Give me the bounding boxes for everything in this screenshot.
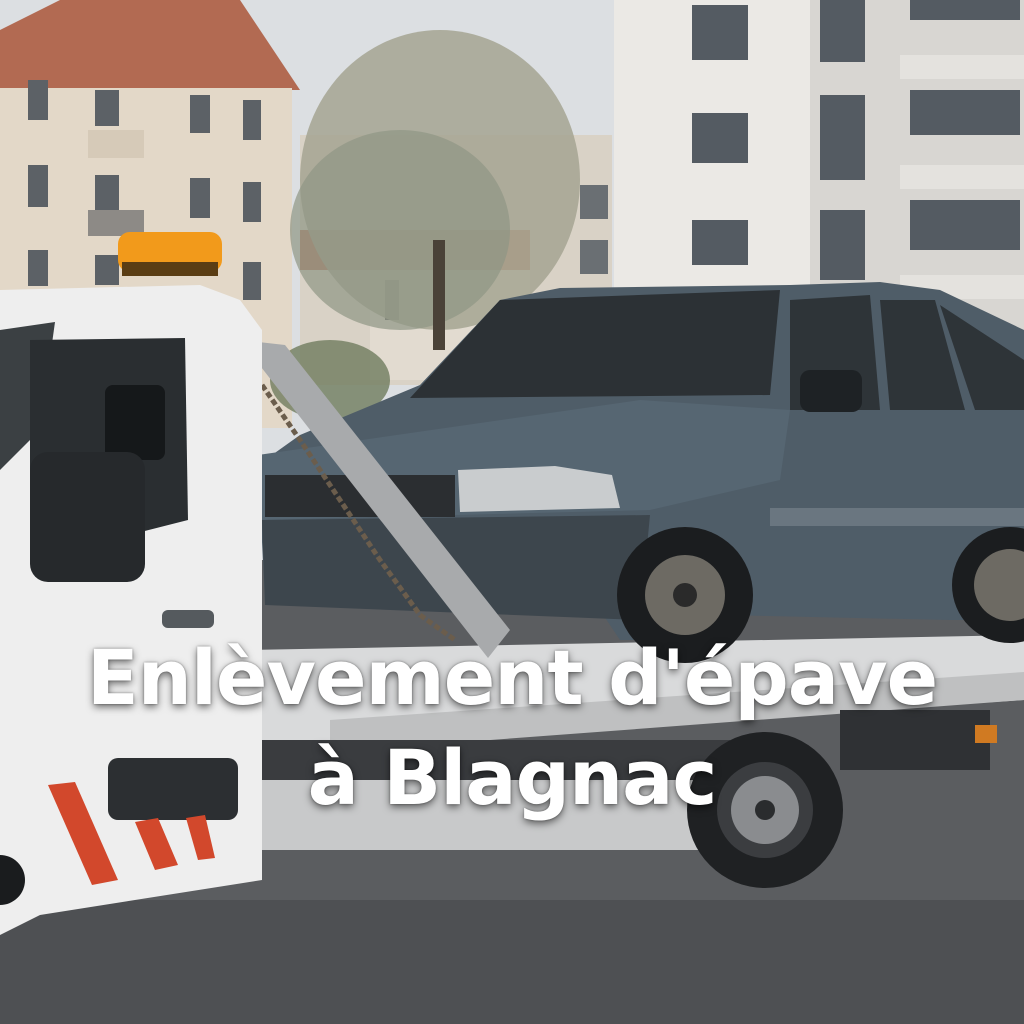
tow-truck-photo bbox=[0, 0, 1024, 1024]
photo-scene bbox=[0, 0, 1024, 1024]
headline-line-2: à Blagnac bbox=[307, 733, 718, 822]
truck-cab bbox=[0, 232, 262, 935]
road-shadow bbox=[0, 900, 1024, 1024]
headline: Enlèvement d'épave à Blagnac bbox=[0, 628, 1024, 828]
headline-line-1: Enlèvement d'épave bbox=[86, 633, 938, 722]
